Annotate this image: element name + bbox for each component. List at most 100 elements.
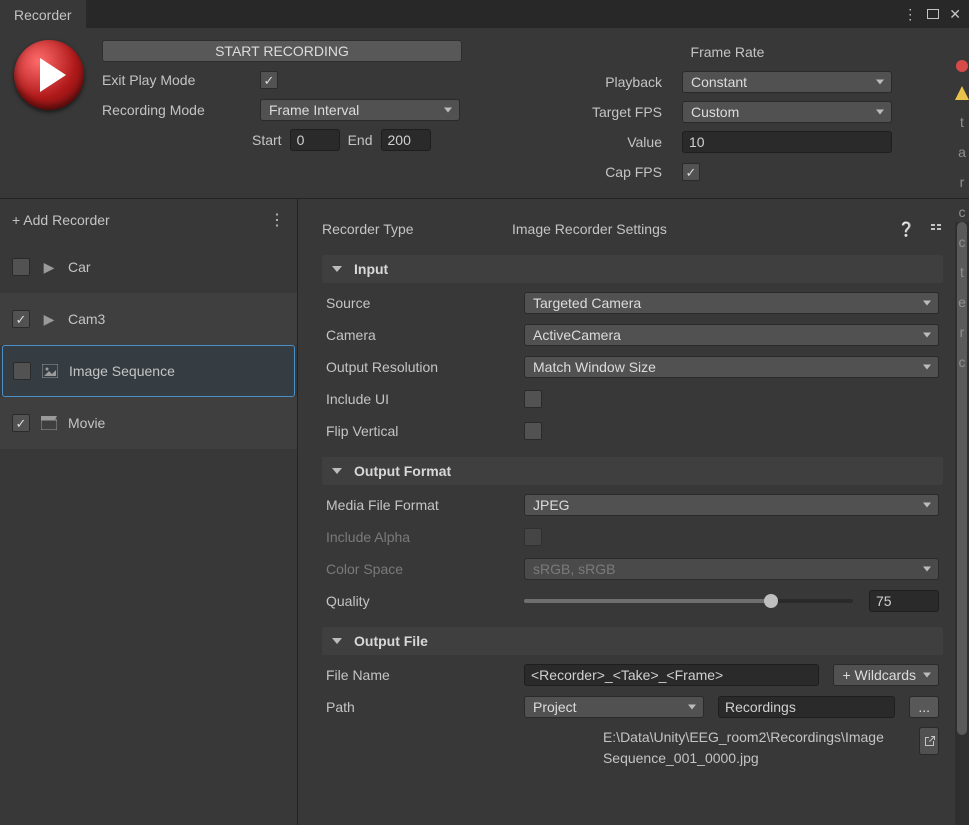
fps-value-label: Value — [512, 134, 662, 150]
path-relative-input[interactable]: Recordings — [718, 696, 895, 718]
start-frame-value: 0 — [297, 132, 305, 148]
filename-value: <Recorder>_<Take>_<Frame> — [531, 667, 723, 683]
recorder-list: + Add Recorder ⋮ ▶ Car ▶ Cam3 Image Sequ… — [0, 199, 298, 825]
exit-playmode-checkbox[interactable] — [260, 71, 278, 89]
start-frame-input[interactable]: 0 — [290, 129, 340, 151]
color-space-value: sRGB, sRGB — [533, 561, 615, 577]
color-space-label: Color Space — [326, 561, 516, 577]
kebab-menu-icon[interactable]: ⋮ — [903, 6, 917, 23]
window-tab[interactable]: Recorder — [0, 0, 86, 28]
warning-icon — [955, 86, 969, 100]
record-play-button[interactable] — [14, 40, 84, 110]
open-folder-button[interactable] — [919, 727, 939, 755]
source-label: Source — [326, 295, 516, 311]
recorder-type-label: Recorder Type — [322, 221, 512, 237]
end-frame-input[interactable]: 200 — [381, 129, 431, 151]
targetfps-value: Custom — [691, 104, 739, 120]
start-recording-button[interactable]: START RECORDING — [102, 40, 462, 62]
close-icon[interactable]: ✕ — [949, 6, 961, 23]
recorder-item-cam3[interactable]: ▶ Cam3 — [0, 293, 297, 345]
output-resolution-label: Output Resolution — [326, 359, 516, 375]
recorder-enable-checkbox[interactable] — [12, 258, 30, 276]
include-ui-label: Include UI — [326, 391, 516, 407]
output-format-section: Output Format Media File Format JPEG Inc… — [322, 457, 943, 617]
quality-label: Quality — [326, 593, 516, 609]
sidebar-menu-icon[interactable]: ⋮ — [269, 210, 285, 230]
start-recording-label: START RECORDING — [215, 43, 349, 59]
output-format-toggle[interactable]: Output Format — [322, 457, 943, 485]
camera-label: Camera — [326, 327, 516, 343]
path-type-dropdown[interactable]: Project — [524, 696, 704, 718]
output-format-heading: Output Format — [354, 463, 451, 479]
recorder-enable-checkbox[interactable] — [12, 310, 30, 328]
clapperboard-icon — [40, 414, 58, 432]
input-heading: Input — [354, 261, 388, 277]
play-icon: ▶ — [40, 310, 58, 328]
targetfps-dropdown[interactable]: Custom — [682, 101, 892, 123]
play-icon: ▶ — [40, 258, 58, 276]
recorder-item-movie[interactable]: Movie — [0, 397, 297, 449]
recorder-item-label: Car — [68, 259, 91, 275]
input-section: Input Source Targeted Camera Camera Acti… — [322, 255, 943, 447]
color-space-dropdown: sRGB, sRGB — [524, 558, 939, 580]
camera-dropdown[interactable]: ActiveCamera — [524, 324, 939, 346]
adjacent-panel-edge: t a r c c t e r c — [955, 30, 969, 370]
help-icon[interactable]: ❔ — [898, 221, 915, 238]
recording-mode-dropdown[interactable]: Frame Interval — [260, 99, 460, 121]
include-alpha-checkbox — [524, 528, 542, 546]
full-path-display: E:\Data\Unity\EEG_room2\Recordings\Image… — [603, 727, 903, 769]
media-format-value: JPEG — [533, 497, 570, 513]
recorder-enable-checkbox[interactable] — [12, 414, 30, 432]
exit-playmode-label: Exit Play Mode — [102, 72, 252, 88]
fps-value-input[interactable]: 10 — [682, 131, 892, 153]
output-file-heading: Output File — [354, 633, 428, 649]
path-type-value: Project — [533, 699, 577, 715]
include-alpha-label: Include Alpha — [326, 529, 516, 545]
quality-value: 75 — [876, 593, 892, 609]
browse-path-button[interactable]: ... — [909, 696, 939, 718]
output-resolution-dropdown[interactable]: Match Window Size — [524, 356, 939, 378]
output-file-toggle[interactable]: Output File — [322, 627, 943, 655]
image-icon — [41, 362, 59, 380]
add-recorder-button[interactable]: + Add Recorder — [12, 212, 110, 228]
preset-icon[interactable] — [929, 221, 943, 238]
browse-label: ... — [918, 699, 930, 715]
playback-value: Constant — [691, 74, 747, 90]
recorder-inspector: Recorder Type Image Recorder Settings ❔ … — [298, 199, 969, 825]
recorder-enable-checkbox[interactable] — [13, 362, 31, 380]
recorder-item-image-sequence[interactable]: Image Sequence — [2, 345, 295, 397]
recorder-item-car[interactable]: ▶ Car — [0, 241, 297, 293]
include-ui-checkbox[interactable] — [524, 390, 542, 408]
maximize-icon[interactable] — [927, 9, 939, 19]
camera-value: ActiveCamera — [533, 327, 621, 343]
window-title: Recorder — [14, 7, 72, 23]
recorder-type-value: Image Recorder Settings — [512, 221, 898, 237]
end-frame-label: End — [348, 132, 373, 148]
quality-slider[interactable] — [524, 590, 853, 612]
playback-dropdown[interactable]: Constant — [682, 71, 892, 93]
flip-vertical-checkbox[interactable] — [524, 422, 542, 440]
source-dropdown[interactable]: Targeted Camera — [524, 292, 939, 314]
media-format-label: Media File Format — [326, 497, 516, 513]
output-file-section: Output File File Name <Recorder>_<Take>_… — [322, 627, 943, 773]
wildcards-dropdown[interactable]: + Wildcards — [833, 664, 939, 686]
wildcards-label: + Wildcards — [842, 667, 916, 683]
quality-input[interactable]: 75 — [869, 590, 939, 612]
capfps-checkbox[interactable] — [682, 163, 700, 181]
titlebar: Recorder ⋮ ✕ — [0, 0, 969, 28]
recording-mode-label: Recording Mode — [102, 102, 252, 118]
recorder-item-label: Cam3 — [68, 311, 105, 327]
playback-label: Playback — [512, 74, 662, 90]
filename-label: File Name — [326, 667, 516, 683]
recorder-item-label: Movie — [68, 415, 105, 431]
capfps-label: Cap FPS — [512, 164, 662, 180]
media-format-dropdown[interactable]: JPEG — [524, 494, 939, 516]
filename-input[interactable]: <Recorder>_<Take>_<Frame> — [524, 664, 819, 686]
input-section-toggle[interactable]: Input — [322, 255, 943, 283]
recording-mode-value: Frame Interval — [269, 102, 359, 118]
path-relative-value: Recordings — [725, 699, 796, 715]
error-icon — [956, 60, 968, 72]
start-frame-label: Start — [252, 132, 282, 148]
targetfps-label: Target FPS — [512, 104, 662, 120]
flip-vertical-label: Flip Vertical — [326, 423, 516, 439]
